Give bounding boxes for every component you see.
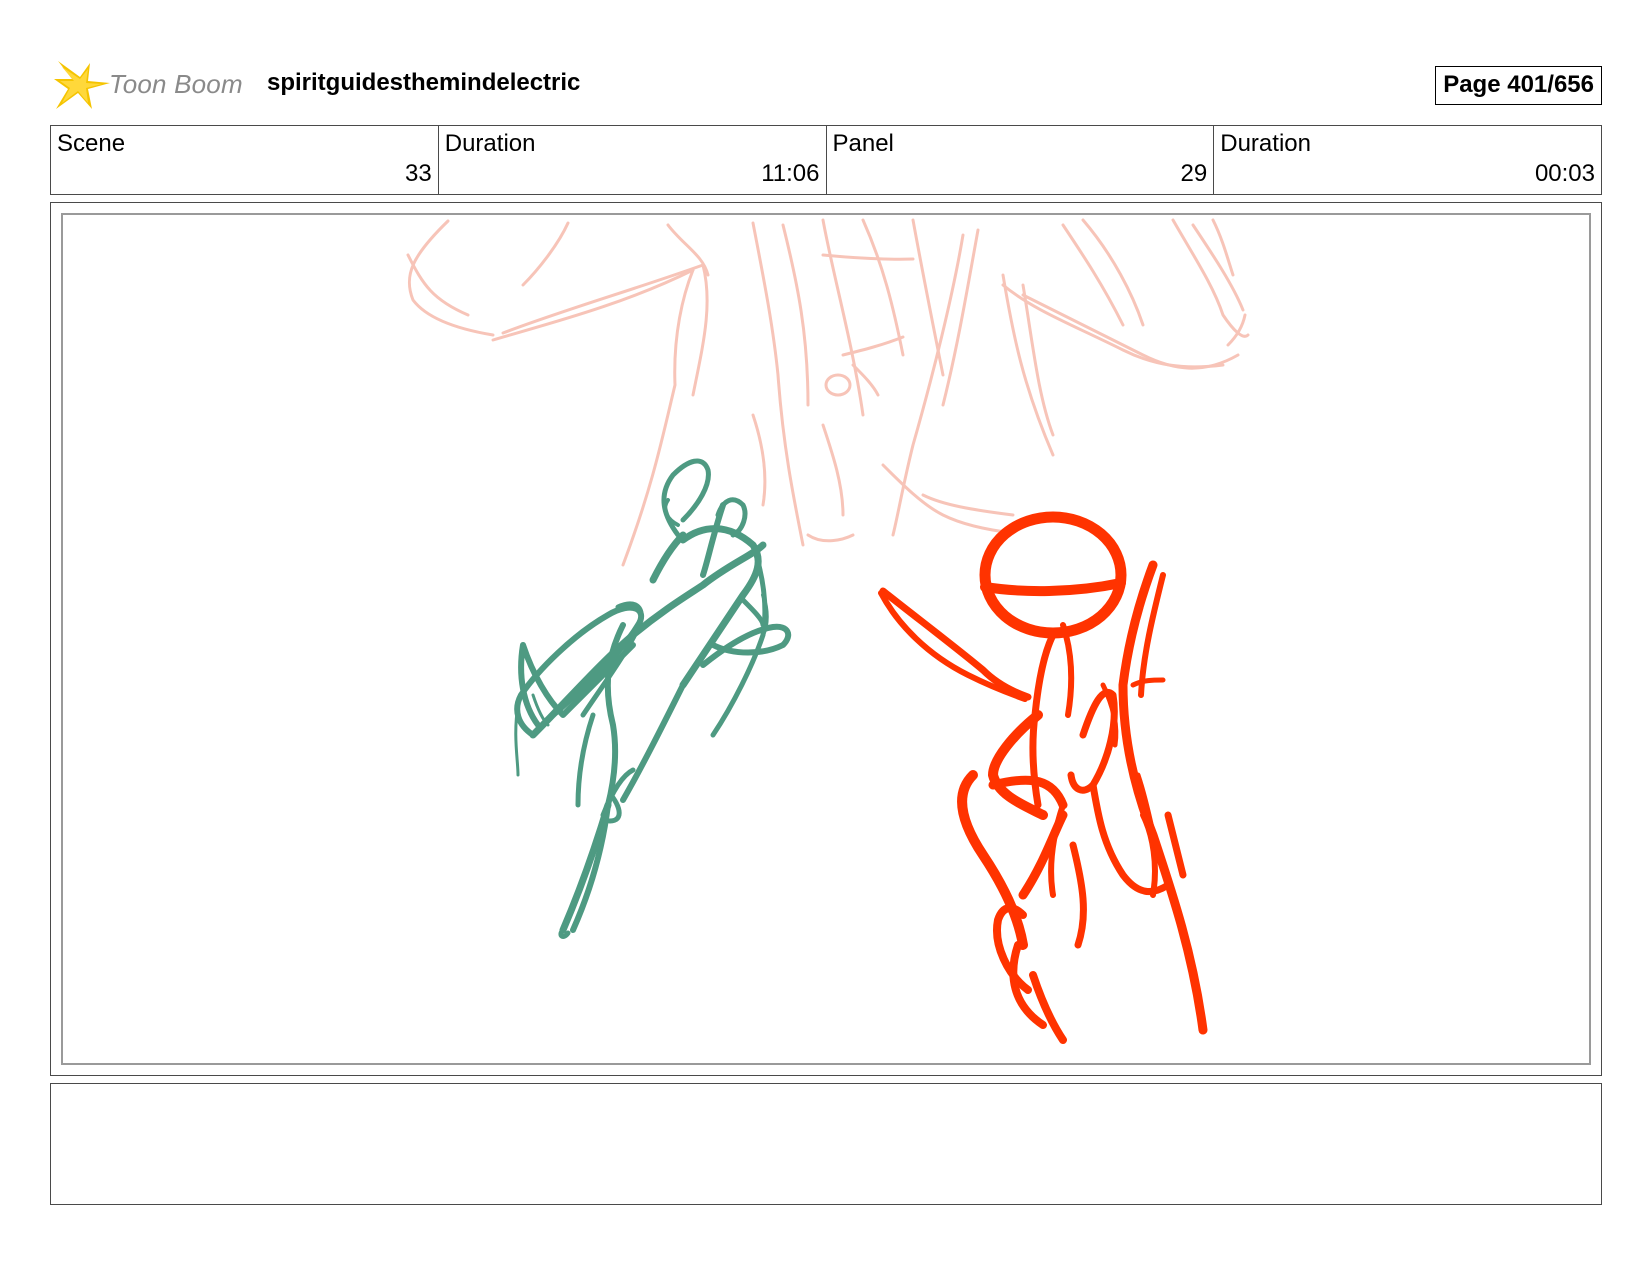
red-figure-sketch	[878, 511, 1208, 1044]
panel-duration-label: Duration	[1220, 130, 1311, 157]
scene-duration-cell: Duration 11:06	[439, 126, 827, 194]
panel-label: Panel	[832, 130, 894, 157]
panel-duration-value: 00:03	[1534, 160, 1595, 187]
scene-cell: Scene 33	[51, 126, 439, 194]
scene-duration-value: 11:06	[761, 160, 820, 187]
logo-wordmark: Toon Boom	[109, 69, 243, 99]
storyboard-panel-image	[61, 213, 1591, 1065]
scene-duration-label: Duration	[444, 130, 536, 157]
panel-value: 29	[1180, 160, 1208, 187]
page-indicator: Page 401/656	[1435, 66, 1602, 105]
scene-value: 33	[405, 160, 432, 187]
panel-cell: Panel 29	[827, 126, 1215, 194]
info-table: Scene 33 Duration 11:06 Panel 29 Duratio…	[50, 125, 1602, 195]
green-figure-sketch	[514, 458, 792, 939]
caption-box	[50, 1083, 1602, 1205]
panel-frame	[50, 202, 1602, 1076]
toon-boom-logo: Toon Boom	[52, 57, 252, 113]
sketch-drawing	[406, 218, 1250, 1044]
background-sketch	[406, 218, 1250, 567]
star-burst-icon	[54, 61, 110, 109]
scene-label: Scene	[57, 130, 126, 157]
panel-duration-cell: Duration 00:03	[1214, 126, 1601, 194]
project-title: spiritguidesthemindelectric	[267, 69, 581, 96]
page-header: Toon Boom spiritguidesthemindelectric Pa…	[52, 55, 1602, 115]
